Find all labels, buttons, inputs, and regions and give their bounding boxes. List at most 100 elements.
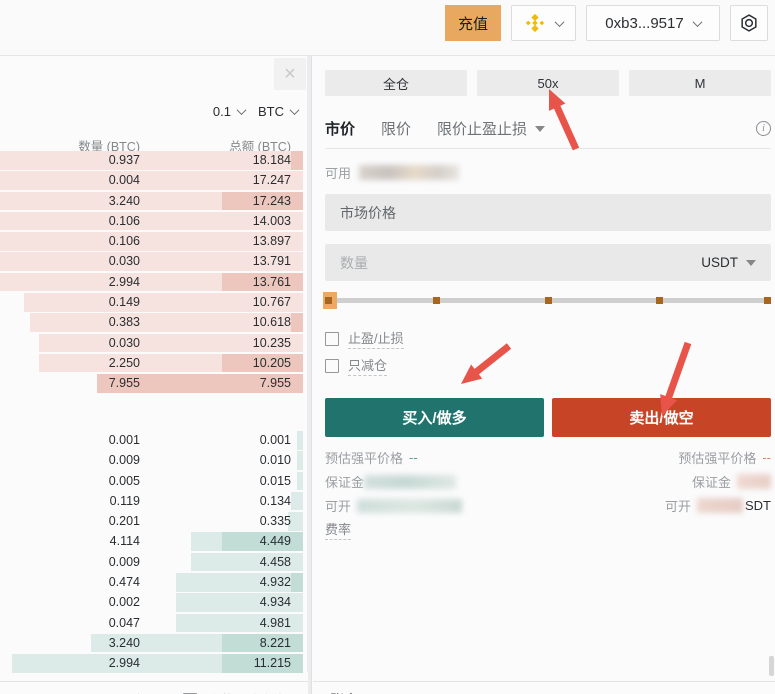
price-placeholder: 市场价格 (340, 204, 396, 221)
orderbook-row[interactable]: 7.955 7.955 (0, 374, 303, 393)
tab-limit[interactable]: 限价 (381, 118, 411, 139)
unit-dropdown[interactable]: BTC (258, 104, 300, 119)
precision-dropdown[interactable]: 0.1 (213, 104, 247, 119)
slider-mark[interactable] (656, 297, 663, 304)
tab-market[interactable]: 市价 (325, 118, 355, 139)
order-type-tabs: 市价 限价 限价止盈止损 i (325, 118, 771, 139)
close-icon[interactable]: × (274, 58, 306, 90)
page-scrollbar-thumb[interactable] (769, 656, 774, 676)
chevron-down-icon (692, 16, 703, 27)
orderbook-row[interactable]: 0.030 10.235 (0, 333, 303, 353)
row-total: 0.010 (259, 453, 291, 468)
orderbook-row[interactable]: 0.009 0.010 (0, 451, 303, 470)
row-total: 10.767 (252, 295, 291, 310)
settings-button[interactable] (730, 5, 768, 41)
orderbook-row[interactable]: 3.240 17.243 (0, 191, 303, 211)
margin-mode-button[interactable]: 全仓 (325, 70, 467, 96)
price-input[interactable]: 市场价格 (325, 194, 771, 231)
sell-short-button[interactable]: 卖出/做空 (552, 398, 771, 437)
row-total: 4.449 (259, 534, 291, 549)
est-liq-label-sell: 预估强平价格 (678, 451, 757, 466)
available-label: 可用 (325, 166, 352, 181)
orderbook-row[interactable]: 0.002 4.934 (0, 593, 303, 612)
quantity-input[interactable]: 数量 USDT (325, 244, 771, 281)
leverage-button[interactable]: 50x (477, 70, 619, 96)
row-total: 13.791 (252, 254, 291, 269)
orderbook-row[interactable]: 0.106 14.003 (0, 211, 303, 231)
row-total: 0.015 (259, 473, 291, 488)
row-total: 0.001 (259, 433, 291, 447)
est-liq-label-buy: 预估强平价格 (325, 451, 404, 466)
slider-mark[interactable] (325, 297, 332, 304)
orderbook-row[interactable]: 0.009 4.458 (0, 552, 303, 572)
slider-mark[interactable] (433, 297, 440, 304)
mode-button[interactable]: M (629, 70, 771, 96)
orderbook-row[interactable]: 0.149 10.767 (0, 293, 303, 312)
tab-stop-limit[interactable]: 限价止盈止损 (437, 118, 546, 139)
contract-filter-dropdown[interactable]: 所有 (120, 690, 162, 694)
orderbook-row[interactable]: 3.240 8.221 (0, 633, 303, 653)
quantity-placeholder: 数量 (340, 254, 368, 271)
checkbox-icon[interactable] (325, 331, 339, 346)
row-total: 4.981 (259, 615, 291, 630)
info-icon[interactable]: i (756, 121, 771, 136)
checkbox-icon[interactable] (325, 358, 339, 373)
row-qty: 0.149 (108, 295, 140, 310)
orderbook-row[interactable]: 4.114 4.449 (0, 532, 303, 551)
reduce-only-label: 只减仓 (348, 355, 388, 376)
chevron-down-icon (554, 16, 565, 27)
orderbook-row[interactable]: 0.937 18.184 (0, 151, 303, 170)
row-total: 10.205 (252, 355, 291, 370)
row-qty: 0.201 (108, 514, 140, 529)
network-selector[interactable] (511, 5, 576, 41)
top-bar: 充值 0xb3...9517 (0, 0, 775, 56)
row-qty: 0.030 (108, 335, 140, 350)
max-open-value-buy-redacted (357, 498, 463, 513)
amount-slider[interactable] (323, 292, 771, 309)
wallet-address-button[interactable]: 0xb3...9517 (586, 5, 720, 41)
row-qty: 0.106 (108, 213, 140, 228)
orderbook-footer: 所有 | 隐藏其他合约 (0, 681, 312, 694)
orderbook-row[interactable]: 0.119 0.134 (0, 491, 303, 511)
deposit-button[interactable]: 充值 (444, 5, 501, 41)
orderbook-row[interactable]: 0.030 13.791 (0, 252, 303, 271)
orderbook-row[interactable]: 0.106 13.897 (0, 232, 303, 251)
row-total: 4.934 (259, 595, 291, 610)
row-total: 4.932 (259, 575, 291, 590)
app-window: 充值 0xb3...9517 × 0.1 BTC 数量 (BTC) 总额 (BT… (0, 0, 775, 694)
trade-panel: 全仓 50x M 市价 限价 限价止盈止损 i 可用 市场价格 数量 USDT (313, 56, 775, 694)
divider (325, 148, 771, 149)
orderbook-row[interactable]: 2.250 10.205 (0, 353, 303, 373)
est-liq-value-sell: -- (762, 450, 771, 465)
tp-sl-checkbox[interactable]: 止盈/止损 (325, 328, 404, 349)
margin-value-sell-redacted (737, 474, 771, 489)
row-qty: 0.937 (108, 153, 140, 167)
slider-mark[interactable] (544, 297, 552, 304)
row-qty: 0.119 (109, 493, 140, 508)
orderbook-row[interactable]: 0.004 17.247 (0, 171, 303, 190)
chevron-down-icon (289, 105, 300, 116)
row-qty: 0.002 (108, 595, 140, 610)
row-total: 17.247 (252, 173, 291, 188)
row-total: 10.235 (252, 335, 291, 350)
row-total: 13.897 (252, 234, 291, 249)
orderbook-row[interactable]: 0.383 10.618 (0, 313, 303, 332)
row-qty: 4.114 (109, 534, 140, 549)
row-qty: 0.009 (108, 554, 140, 569)
slider-mark[interactable] (764, 297, 771, 304)
row-total: 0.335 (259, 514, 291, 529)
orderbook-row[interactable]: 2.994 13.761 (0, 272, 303, 292)
buy-long-button[interactable]: 买入/做多 (325, 398, 544, 437)
divider (313, 681, 775, 682)
fee-rate-label[interactable]: 费率 (325, 519, 352, 540)
orderbook-row[interactable]: 0.001 0.001 (0, 431, 303, 450)
quantity-unit-dropdown[interactable]: USDT (701, 255, 756, 270)
orderbook-row[interactable]: 0.047 4.981 (0, 613, 303, 633)
row-total: 0.134 (259, 493, 291, 508)
orderbook-row[interactable]: 0.201 0.335 (0, 512, 303, 531)
reduce-only-checkbox[interactable]: 只减仓 (325, 355, 388, 376)
hide-other-contracts-label: 隐藏其他合约 (207, 690, 285, 694)
orderbook-row[interactable]: 2.994 11.215 (0, 654, 303, 673)
orderbook-row[interactable]: 0.005 0.015 (0, 471, 303, 491)
orderbook-row[interactable]: 0.474 4.932 (0, 573, 303, 592)
